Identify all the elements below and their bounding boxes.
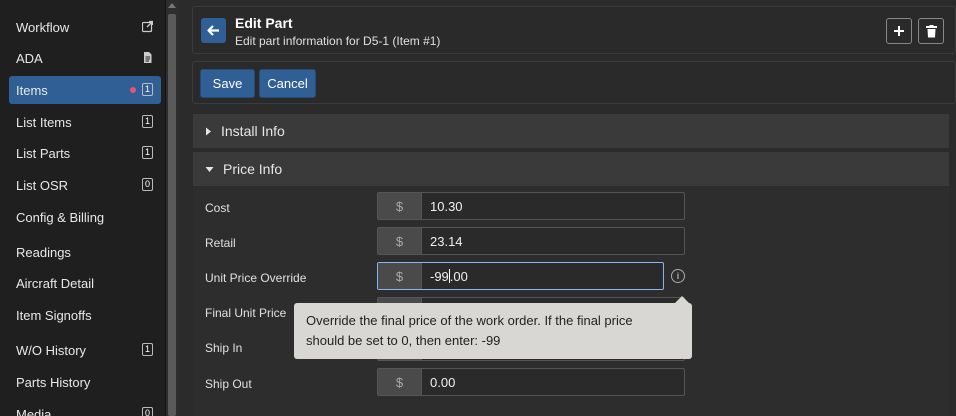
page-title: Edit Part xyxy=(235,15,293,31)
cancel-button[interactable]: Cancel xyxy=(259,69,316,98)
ship-out-field[interactable]: $ 0.00 xyxy=(377,368,685,396)
plus-icon xyxy=(894,26,904,36)
cost-value: 10.30 xyxy=(430,198,463,214)
add-button[interactable] xyxy=(886,18,912,44)
sidebar-item-item-signoffs[interactable]: Item Signoffs xyxy=(9,301,161,329)
sidebar-item-label: List Parts xyxy=(16,145,71,161)
sidebar-item-list-items[interactable]: List Items 1 xyxy=(9,108,161,136)
caret-down-icon xyxy=(205,166,214,172)
sidebar-item-label: Media xyxy=(16,406,52,416)
ship-in-label: Ship In xyxy=(205,341,243,355)
unit-price-override-value-int: -99 xyxy=(430,268,449,284)
ship-out-label: Ship Out xyxy=(205,377,252,391)
sidebar-scrollbar[interactable] xyxy=(166,0,178,416)
sidebar-item-aircraft-detail[interactable]: Aircraft Detail xyxy=(9,269,161,297)
caret-right-icon xyxy=(206,127,211,135)
tooltip-arrow xyxy=(675,296,689,303)
sidebar-item-parts-history[interactable]: Parts History xyxy=(9,368,161,396)
sidebar-item-media[interactable]: Media 0 xyxy=(9,400,161,416)
count-badge: 0 xyxy=(141,407,153,416)
sidebar-item-label: Parts History xyxy=(16,374,91,390)
document-icon xyxy=(144,52,152,63)
retail-field[interactable]: $ 23.14 xyxy=(377,227,685,255)
delete-button[interactable] xyxy=(918,18,944,44)
count-badge: 1 xyxy=(141,146,153,159)
sidebar-item-label: Aircraft Detail xyxy=(16,275,95,291)
tooltip-line: should be set to 0, then enter: -99 xyxy=(306,333,501,348)
count-badge: 0 xyxy=(141,178,153,191)
currency-prefix: $ xyxy=(378,193,422,219)
back-button[interactable] xyxy=(201,18,226,43)
install-info-section-header[interactable]: Install Info xyxy=(193,114,949,148)
final-unit-price-label: Final Unit Price xyxy=(205,306,287,320)
retail-value: 23.14 xyxy=(430,233,463,249)
currency-prefix: $ xyxy=(378,263,422,289)
sidebar-item-label: ADA xyxy=(16,50,43,66)
trash-icon xyxy=(925,24,937,37)
cost-field[interactable]: $ 10.30 xyxy=(377,192,685,220)
sidebar-item-wo-history[interactable]: W/O History 1 xyxy=(9,336,161,364)
sidebar-item-readings[interactable]: Readings xyxy=(9,238,161,266)
sidebar-item-items[interactable]: Items 1 xyxy=(9,76,161,104)
sidebar-item-label: Readings xyxy=(16,244,71,260)
currency-prefix: $ xyxy=(378,369,422,395)
unit-price-override-value: -99.00 xyxy=(422,263,663,289)
page-header: Edit Part Edit part information for D5-1… xyxy=(192,6,956,54)
scroll-thumb[interactable] xyxy=(168,14,176,416)
sidebar-item-label: List Items xyxy=(16,114,72,130)
retail-label: Retail xyxy=(205,236,236,250)
sidebar-item-workflow[interactable]: Workflow xyxy=(9,13,161,41)
sidebar-item-label: W/O History xyxy=(16,342,87,358)
ship-out-value: 0.00 xyxy=(430,374,456,390)
cost-label: Cost xyxy=(205,201,230,215)
sidebar-item-list-parts[interactable]: List Parts 1 xyxy=(9,139,161,167)
unit-price-override-label: Unit Price Override xyxy=(205,271,307,285)
unit-price-override-value-dec: .00 xyxy=(449,268,468,284)
info-icon[interactable]: i xyxy=(671,269,685,283)
unit-price-override-tooltip: Override the final price of the work ord… xyxy=(294,303,692,359)
sidebar-item-label: Config & Billing xyxy=(16,209,105,225)
scroll-up-arrow-icon[interactable] xyxy=(168,3,176,8)
currency-prefix: $ xyxy=(378,228,422,254)
section-title: Install Info xyxy=(221,123,285,139)
sidebar: Workflow ADA Items 1 List Items 1 List P… xyxy=(0,0,166,416)
page-subtitle: Edit part information for D5-1 (Item #1) xyxy=(235,34,441,48)
unit-price-override-field[interactable]: $ -99.00 xyxy=(377,262,664,290)
count-badge: 1 xyxy=(141,115,153,128)
sidebar-item-label: Workflow xyxy=(16,19,70,35)
price-info-section-header[interactable]: Price Info xyxy=(193,152,949,186)
tooltip-line: Override the final price of the work ord… xyxy=(306,313,633,328)
arrow-left-icon xyxy=(207,25,219,36)
sidebar-item-label: Items xyxy=(16,82,48,98)
sidebar-item-label: Item Signoffs xyxy=(16,307,92,323)
sidebar-item-config-billing[interactable]: Config & Billing xyxy=(9,203,161,231)
count-badge: 1 xyxy=(141,343,153,356)
sidebar-item-list-osr[interactable]: List OSR 0 xyxy=(9,171,161,199)
notification-dot xyxy=(130,87,136,93)
save-button[interactable]: Save xyxy=(200,69,255,98)
sidebar-item-ada[interactable]: ADA xyxy=(9,44,161,72)
count-badge: 1 xyxy=(141,83,153,96)
sidebar-item-label: List OSR xyxy=(16,177,69,193)
external-link-icon xyxy=(142,20,153,33)
section-title: Price Info xyxy=(223,161,283,177)
action-toolbar: Save Cancel xyxy=(192,61,956,104)
